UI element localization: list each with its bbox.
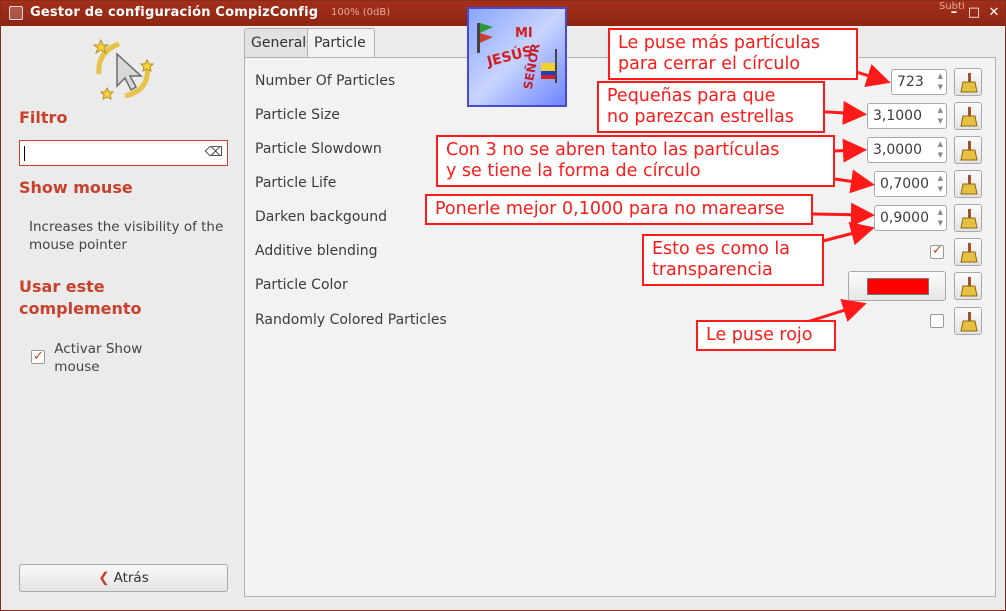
annotation-text: Ponerle mejor 0,1000 para no marearse (435, 199, 785, 219)
annotation-callout: Pequeñas para que no parezcan estrellas (597, 81, 825, 133)
annotation-callout: Le puse rojo (696, 320, 836, 351)
annotation-callout: Esto es como la transparencia (642, 234, 824, 286)
annotation-callout: Con 3 no se abren tanto las partículas y… (436, 135, 835, 187)
arrow-slowdown (832, 138, 867, 163)
arrow-darken (812, 202, 875, 227)
main-window: Gestor de configuración CompizConfig 100… (0, 0, 1006, 611)
arrow-blending (822, 221, 875, 246)
annotation-arrows (790, 64, 891, 329)
annotation-text: Con 3 no se abren tanto las partículas y… (446, 140, 780, 181)
annotation-callout: Ponerle mejor 0,1000 para no marearse (425, 194, 813, 225)
annotation-text: Pequeñas para que no parezcan estrellas (607, 86, 794, 127)
arrow-life (834, 169, 875, 194)
annotation-text: Le puse más partículas para cerrar el cí… (618, 33, 821, 74)
annotation-callout: Le puse más partículas para cerrar el cí… (608, 28, 858, 80)
annotation-text: Le puse rojo (706, 325, 813, 345)
annotation-text: Esto es como la transparencia (652, 239, 790, 280)
